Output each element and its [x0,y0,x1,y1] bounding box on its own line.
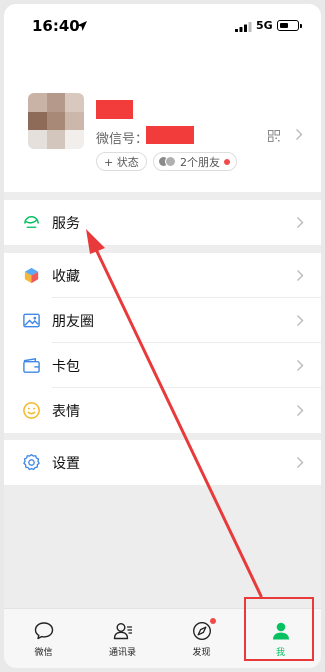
wallet-icon [23,358,40,373]
menu-label-favorites: 收藏 [52,269,80,285]
chat-bubble-icon [34,622,53,640]
profile-header[interactable]: 微信号： + 状态 2个朋友 [4,48,321,192]
gear-icon [23,454,40,471]
menu-item-favorites[interactable]: 收藏 [4,253,321,298]
cube-icon [24,267,39,284]
friends-status-pill[interactable]: 2个朋友 [153,152,237,171]
menu-label-services: 服务 [52,216,80,232]
tab-label-discover: 发现 [192,648,211,658]
menu-item-settings[interactable]: 设置 [4,440,321,485]
services-icon [24,216,39,228]
nickname-redacted [96,100,133,119]
discover-badge-dot [210,618,216,624]
menu-label-moments: 朋友圈 [52,314,94,330]
friend-avatars [158,156,176,167]
qr-code-icon[interactable] [268,130,280,142]
tab-contacts[interactable]: 通讯录 [83,609,162,668]
tab-label-chats: 微信 [34,648,53,658]
smiley-icon [23,402,40,419]
wechat-id-redacted [146,126,194,144]
battery-icon [277,20,302,31]
avatar[interactable] [28,93,84,149]
chevron-right-icon [297,405,304,416]
notification-dot [224,158,230,165]
chevron-right-icon [297,457,304,468]
tab-chats[interactable]: 微信 [4,609,83,668]
signal-icon [235,22,252,32]
menu-item-moments[interactable]: 朋友圈 [4,298,321,343]
chevron-right-icon [297,315,304,326]
status-bar: 16:40 5G [4,4,321,48]
add-status-label: + 状态 [104,155,139,169]
tab-discover[interactable]: 发现 [162,609,241,668]
menu-label-cards: 卡包 [52,359,80,375]
tab-label-contacts: 通讯录 [108,648,136,658]
chevron-right-icon [297,270,304,281]
wechat-id-label: 微信号： [96,132,149,147]
friends-label: 2个朋友 [180,155,220,169]
picture-icon [23,313,40,328]
phone-screen: 16:40 5G 微信号： + 状态 2个朋友 服务 收藏 朋友圈 卡包 表情 … [4,4,321,668]
compass-icon [192,621,211,641]
chevron-right-icon [297,217,304,228]
chevron-right-icon [297,360,304,371]
network-type: 5G [256,19,273,32]
annotation-highlight-box [244,597,314,661]
contacts-icon [113,623,132,640]
menu-item-cards[interactable]: 卡包 [4,343,321,388]
chevron-right-icon [296,129,303,140]
add-status-button[interactable]: + 状态 [96,152,147,171]
menu-label-settings: 设置 [52,456,80,472]
menu-item-stickers[interactable]: 表情 [4,388,321,433]
menu-label-stickers: 表情 [52,404,80,420]
status-time: 16:40 [32,17,80,35]
menu-item-services[interactable]: 服务 [4,200,321,245]
location-arrow-icon [77,21,87,31]
